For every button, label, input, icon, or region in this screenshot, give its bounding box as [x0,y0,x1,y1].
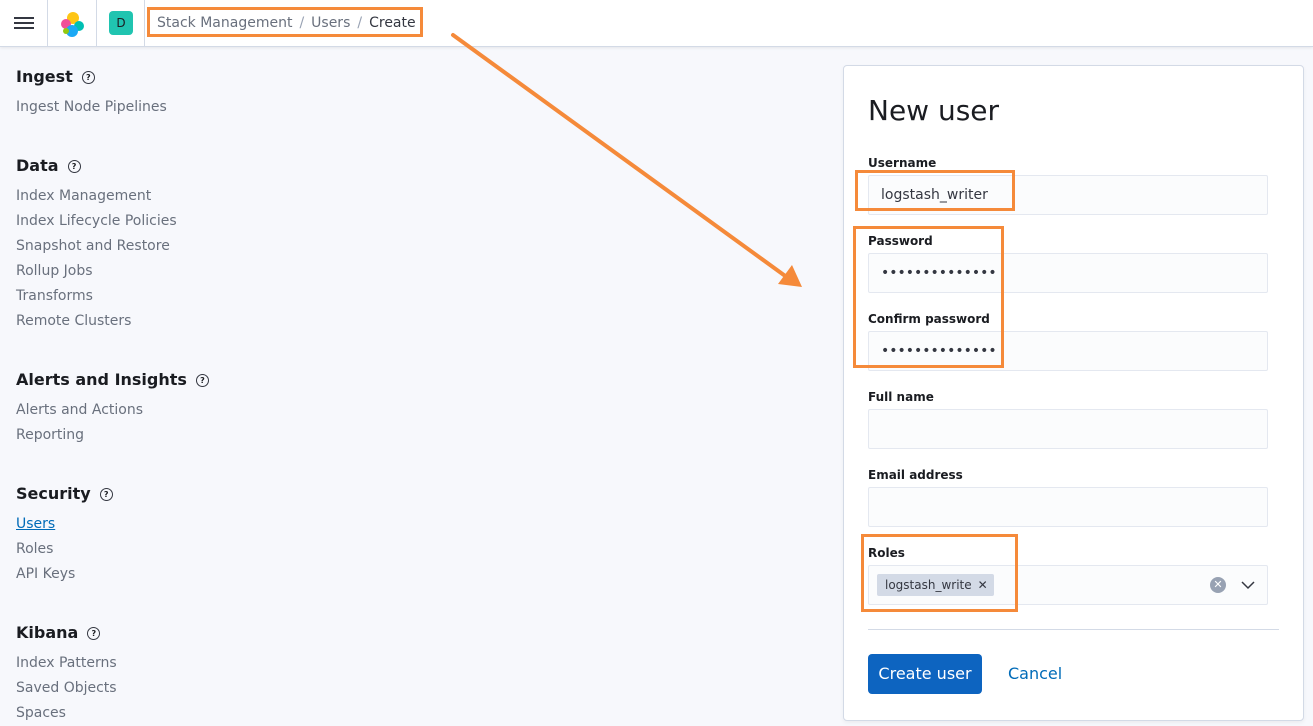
sidebar-item-reporting[interactable]: Reporting [16,423,209,448]
nav-section-title: Data? [16,155,177,177]
email-address-label: Email address [868,468,963,482]
breadcrumb-create: Create [369,14,416,31]
help-icon[interactable]: ? [87,626,101,640]
role-chip: logstash_write ✕ [877,574,994,596]
sidebar-item-index-lifecycle-policies[interactable]: Index Lifecycle Policies [16,209,177,234]
sidebar-item-rollup-jobs[interactable]: Rollup Jobs [16,259,177,284]
sidebar-item-ingest-node-pipelines[interactable]: Ingest Node Pipelines [16,95,167,120]
nav-section-data: Data? Index Management Index Lifecycle P… [16,155,177,334]
full-name-label: Full name [868,390,934,404]
nav-section-security: Security? Users Roles API Keys [16,483,113,587]
nav-section-title: Kibana? [16,622,117,644]
sidebar-item-snapshot-and-restore[interactable]: Snapshot and Restore [16,234,177,259]
sidebar-item-index-patterns[interactable]: Index Patterns [16,651,117,676]
nav-section-title: Security? [16,483,113,505]
confirm-password-input[interactable]: •••••••••••••• [868,331,1268,371]
header-divider [144,0,145,46]
help-icon[interactable]: ? [195,373,209,387]
page-title: New user [868,94,1000,127]
sidebar-item-remote-clusters[interactable]: Remote Clusters [16,309,177,334]
password-label: Password [868,234,933,248]
sidebar-item-roles[interactable]: Roles [16,537,113,562]
email-address-input[interactable] [868,487,1268,527]
username-label: Username [868,156,937,170]
nav-section-ingest: Ingest? Ingest Node Pipelines [16,66,167,120]
elastic-logo-icon[interactable] [58,10,86,38]
help-icon[interactable]: ? [99,487,113,501]
breadcrumb-separator: / [299,14,305,31]
help-icon[interactable]: ? [81,70,95,84]
role-chip-label: logstash_write [885,578,972,592]
nav-section-title: Ingest? [16,66,167,88]
top-header: D Stack Management / Users / Create [0,0,1313,47]
username-input[interactable]: logstash_writer [868,175,1268,215]
nav-section-kibana: Kibana? Index Patterns Saved Objects Spa… [16,622,117,726]
roles-label: Roles [868,546,905,560]
breadcrumb-separator: / [357,14,363,31]
nav-section-alerts-and-insights: Alerts and Insights? Alerts and Actions … [16,369,209,448]
remove-role-icon[interactable]: ✕ [978,578,988,592]
breadcrumb-users[interactable]: Users [311,15,350,31]
space-avatar[interactable]: D [109,11,133,35]
password-input[interactable]: •••••••••••••• [868,253,1268,293]
full-name-input[interactable] [868,409,1268,449]
create-user-button[interactable]: Create user [868,654,982,694]
header-divider [47,0,48,46]
breadcrumb-stack-management[interactable]: Stack Management [157,15,292,31]
breadcrumb: Stack Management / Users / Create [148,9,425,36]
sidebar-item-spaces[interactable]: Spaces [16,701,117,726]
sidebar-item-users[interactable]: Users [16,512,113,537]
sidebar-item-alerts-and-actions[interactable]: Alerts and Actions [16,398,209,423]
sidebar-item-transforms[interactable]: Transforms [16,284,177,309]
nav-section-title: Alerts and Insights? [16,369,209,391]
sidebar-item-api-keys[interactable]: API Keys [16,562,113,587]
roles-combobox[interactable]: logstash_write ✕ ✕ [868,565,1268,605]
clear-icon[interactable]: ✕ [1210,577,1226,593]
cancel-button[interactable]: Cancel [1008,654,1062,694]
menu-icon[interactable] [14,14,34,32]
new-user-form-panel: New user Username logstash_writer Passwo… [843,65,1304,721]
form-divider [868,629,1279,630]
sidebar-item-saved-objects[interactable]: Saved Objects [16,676,117,701]
header-divider [96,0,97,46]
help-icon[interactable]: ? [67,159,81,173]
chevron-down-icon[interactable] [1241,578,1255,592]
confirm-password-label: Confirm password [868,312,990,326]
sidebar-item-index-management[interactable]: Index Management [16,184,177,209]
